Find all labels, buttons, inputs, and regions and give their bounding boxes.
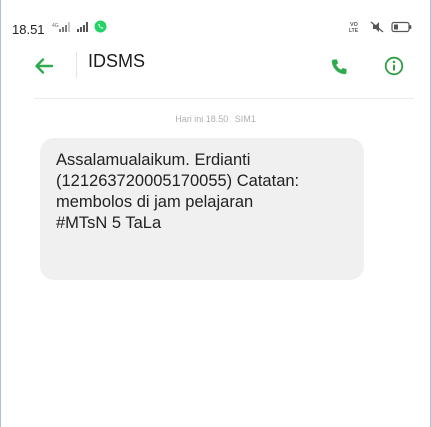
contact-title: IDSMS bbox=[88, 51, 146, 71]
message-line: Assalamualaikum. Erdianti bbox=[56, 151, 251, 169]
status-right-icons: VO LTE bbox=[349, 20, 413, 38]
status-time: 18.51 bbox=[12, 22, 45, 37]
title-divider bbox=[76, 52, 77, 78]
call-button[interactable] bbox=[327, 57, 351, 81]
back-button[interactable] bbox=[32, 56, 56, 80]
message-line: membolos di jam pelajaran bbox=[56, 193, 254, 211]
message-line: #MTsN 5 TaLa bbox=[56, 214, 162, 232]
status-bar: 18.51 4G VO LTE bbox=[0, 0, 431, 38]
header-divider bbox=[34, 98, 414, 99]
info-button[interactable] bbox=[382, 56, 406, 80]
message-timestamp: Hari ini 18.50 SIM1 bbox=[0, 114, 431, 124]
info-icon bbox=[384, 56, 404, 81]
battery-icon bbox=[391, 20, 413, 38]
arrow-left-icon bbox=[34, 57, 54, 80]
status-left-icons: 4G bbox=[52, 20, 107, 38]
mute-icon bbox=[369, 20, 385, 38]
signal-icon bbox=[76, 20, 90, 38]
message-bubble[interactable]: Assalamualaikum. Erdianti (1212637200051… bbox=[40, 138, 364, 280]
svg-text:LTE: LTE bbox=[349, 28, 359, 33]
signal-icon: 4G bbox=[52, 20, 72, 38]
phone-icon bbox=[330, 58, 348, 81]
whatsapp-icon bbox=[94, 20, 107, 38]
timestamp-date-time: Hari ini 18.50 bbox=[175, 114, 229, 124]
timestamp-sim: SIM1 bbox=[234, 114, 256, 124]
message-line: (121263720005170055) Catatan: bbox=[56, 172, 300, 190]
volte-icon: VO LTE bbox=[349, 20, 363, 38]
app-bar: IDSMS bbox=[0, 44, 431, 92]
svg-text:4G: 4G bbox=[52, 23, 59, 29]
